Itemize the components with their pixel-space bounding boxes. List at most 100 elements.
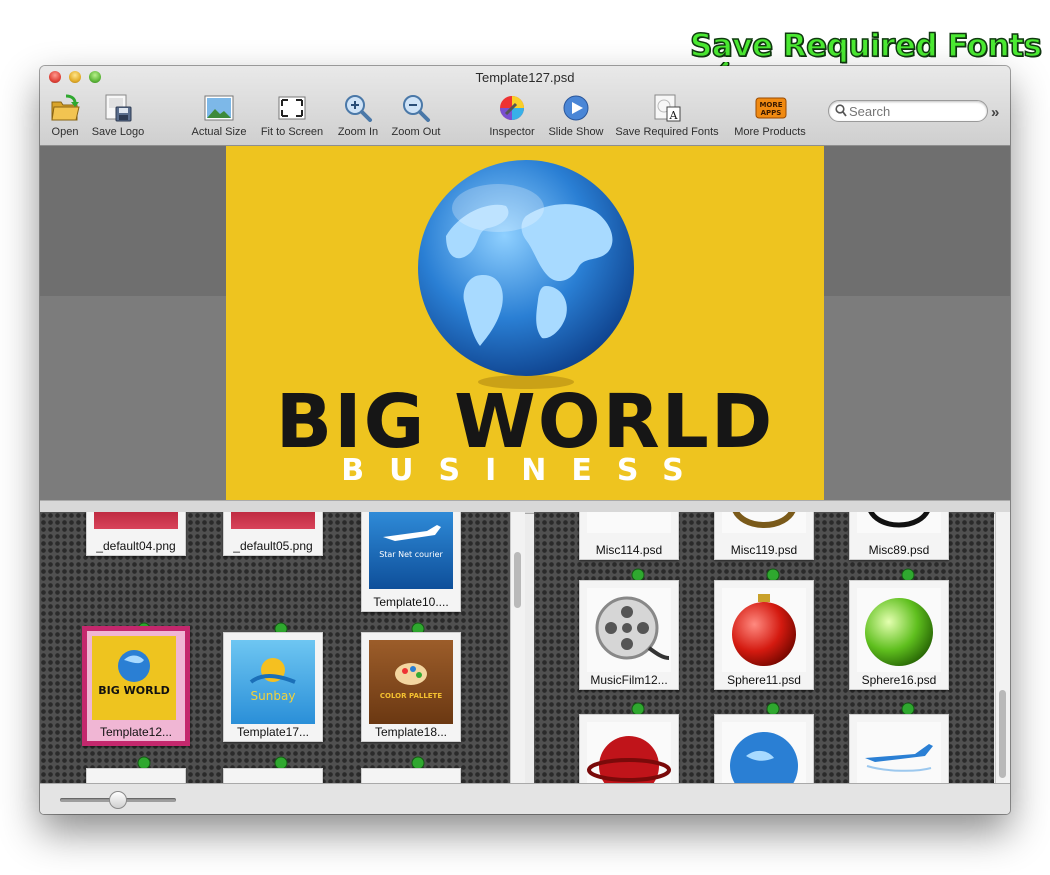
image-preview-area: BIG WORLD BUSINESS (40, 146, 1010, 500)
thumbnail-size-slider-knob[interactable] (109, 791, 127, 809)
zoom-out-button[interactable]: Zoom Out (387, 94, 445, 138)
slide-show-button[interactable]: Slide Show (545, 94, 607, 138)
file-name: Template18... (374, 725, 448, 739)
svg-text:COLOR PALLETE: COLOR PALLETE (380, 692, 442, 700)
file-item[interactable]: COLOR PALLETE Template18... (361, 632, 461, 742)
open-folder-icon (50, 94, 80, 122)
thumbnail-red-banner (94, 512, 178, 529)
save-logo-label: Save Logo (91, 126, 145, 138)
file-item[interactable]: _default05.png (223, 512, 323, 556)
file-item[interactable]: Sphere11.psd (714, 580, 814, 690)
app-window: Template127.psd Open Save Logo Actual Si… (40, 66, 1010, 814)
file-item[interactable] (223, 768, 323, 783)
open-button[interactable]: Open (48, 94, 82, 138)
zoom-in-icon (343, 94, 373, 122)
file-name: Misc89.psd (868, 543, 930, 557)
annotation-label: Save Required Fonts (689, 27, 1042, 65)
bottom-bar (40, 783, 1010, 814)
file-name: Template17... (236, 725, 310, 739)
file-item[interactable] (849, 714, 949, 783)
thumbnail-red-planet (587, 722, 671, 783)
file-name: Sphere11.psd (727, 673, 801, 687)
search-field[interactable] (828, 100, 988, 122)
svg-text:MORE: MORE (759, 101, 782, 109)
file-name: Template12... (99, 725, 173, 739)
fit-to-screen-icon (277, 94, 307, 122)
file-item[interactable] (361, 768, 461, 783)
thumbnail-text: Star Net courier (379, 550, 443, 559)
thumbnail-green-sphere (857, 588, 941, 672)
zoom-out-label: Zoom Out (391, 126, 441, 138)
file-item[interactable]: MusicFilm12... (579, 580, 679, 690)
preview-artwork: BIG WORLD BUSINESS (226, 146, 824, 500)
file-name: Template10.... (373, 595, 449, 609)
file-item[interactable]: Star Net courier Template10.... (361, 512, 461, 612)
thumbnail-big-world: BIG WORLD (92, 636, 176, 720)
svg-text:Sunbay: Sunbay (251, 689, 296, 703)
save-required-fonts-label: Save Required Fonts (615, 126, 719, 138)
zoom-in-label: Zoom In (337, 126, 379, 138)
file-item[interactable]: Sphere16.psd (849, 580, 949, 690)
svg-text:BIG WORLD: BIG WORLD (98, 684, 169, 697)
file-item[interactable]: Misc114.psd (579, 512, 679, 560)
fit-to-screen-button[interactable]: Fit to Screen (257, 94, 327, 138)
thumbnail-misc (857, 512, 941, 533)
file-name: Misc114.psd (595, 543, 663, 557)
file-item[interactable]: Misc119.psd (714, 512, 814, 560)
save-required-fonts-icon: A (652, 94, 682, 122)
inspector-label: Inspector (489, 126, 535, 138)
file-item[interactable]: Misc89.psd (849, 512, 949, 560)
file-item[interactable] (579, 714, 679, 783)
thumbnail-misc (722, 512, 806, 533)
left-file-browser: _default04.png _default05.png Star Net c… (40, 512, 512, 783)
toolbar-overflow-chevron-icon[interactable]: » (991, 104, 999, 121)
save-required-fonts-button[interactable]: A Save Required Fonts (612, 94, 722, 138)
actual-size-button[interactable]: Actual Size (188, 94, 250, 138)
globe-graphic-icon (418, 160, 634, 389)
file-item[interactable]: Sunbay Template17... (223, 632, 323, 742)
zoom-in-button[interactable]: Zoom In (333, 94, 383, 138)
search-icon (835, 104, 847, 117)
thumbnail-airplane (857, 722, 941, 783)
right-pane-scrollbar[interactable] (995, 512, 1010, 783)
thumbnail-red-ornament (722, 588, 806, 672)
logo-title: BIG WORLD (275, 379, 775, 465)
thumbnail-red-banner (231, 512, 315, 529)
thumbnail-star-net-courier: Star Net courier (369, 512, 453, 589)
thumbnail-film-reel (587, 588, 671, 672)
svg-text:APPS: APPS (761, 109, 782, 117)
file-name: MusicFilm12... (590, 673, 668, 687)
file-name: _default05.png (233, 539, 313, 553)
left-pane-scrollbar[interactable] (510, 512, 525, 783)
file-name: _default04.png (96, 539, 176, 553)
slide-show-label: Slide Show (548, 126, 604, 138)
file-item-selected[interactable]: BIG WORLD Template12... (82, 626, 190, 746)
more-products-label: More Products (734, 126, 806, 138)
file-name: Sphere16.psd (861, 673, 937, 687)
file-item[interactable] (86, 768, 186, 783)
file-item[interactable]: _default04.png (86, 512, 186, 556)
title-toolbar: Template127.psd Open Save Logo Actual Si… (40, 66, 1010, 146)
actual-size-label: Actual Size (191, 126, 247, 138)
inspector-button[interactable]: Inspector (484, 94, 540, 138)
actual-size-icon (204, 94, 234, 122)
save-logo-button[interactable]: Save Logo (89, 94, 147, 138)
open-label: Open (51, 126, 79, 138)
more-apps-icon: MORE APPS (755, 94, 787, 122)
zoom-out-icon (401, 94, 431, 122)
thumbnail-globe (722, 722, 806, 783)
thumbnail-misc (587, 512, 671, 533)
right-file-browser: Misc114.psd Misc119.psd Misc89.psd Music… (534, 512, 994, 783)
logo-subtitle: BUSINESS (341, 453, 709, 488)
slide-show-play-icon (561, 94, 591, 122)
save-logo-icon (103, 94, 133, 122)
more-products-button[interactable]: MORE APPS More Products (730, 94, 810, 138)
file-name: Misc119.psd (730, 543, 798, 557)
search-input[interactable] (847, 102, 981, 120)
file-item[interactable] (714, 714, 814, 783)
thumbnail-sunbay: Sunbay (231, 640, 315, 724)
thumbnail-color-pallete: COLOR PALLETE (369, 640, 453, 724)
window-title: Template127.psd (475, 70, 575, 85)
fit-to-screen-label: Fit to Screen (260, 126, 324, 138)
svg-text:A: A (669, 109, 679, 122)
